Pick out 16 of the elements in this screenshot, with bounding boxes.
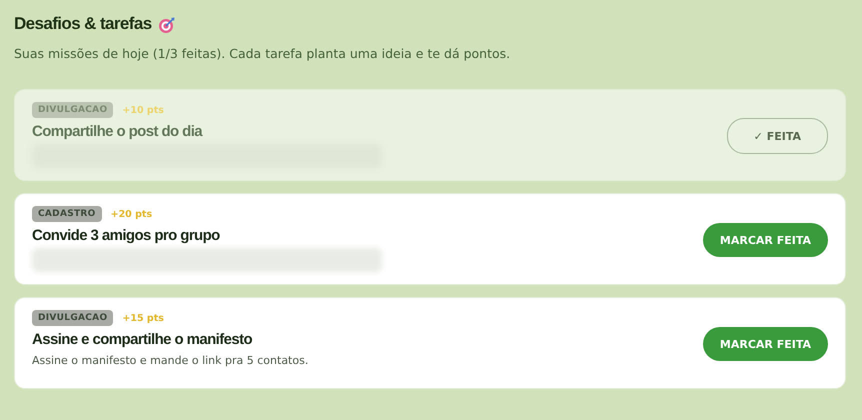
section-subtitle: Suas missões de hoje (1/3 feitas). Cada tarefa planta uma ideia e te dá pontos. [14,46,512,61]
category-tag: CADASTRO [32,206,102,222]
task-title: Assine e compartilhe o manifesto [32,331,254,348]
points-label: +20 pts [110,208,152,220]
section-title: Desafios & tarefas [14,14,152,34]
points-label: +15 pts [122,312,164,324]
task-title: Compartilhe o post do dia [32,123,204,140]
category-tag: DIVULGACAO [32,102,114,118]
category-tag: DIVULGACAO [32,310,114,326]
target-icon [158,16,176,34]
task-description: Assine o manifesto e mande o link pra 5 contatos. [32,354,310,367]
task-title: Convide 3 amigos pro grupo [32,227,221,244]
mark-done-button[interactable]: MARCAR FEITA [702,223,828,257]
mark-done-button[interactable]: MARCAR FEITA [702,327,828,361]
points-label: +10 pts [122,104,164,116]
done-button[interactable]: ✓ FEITA [726,118,828,154]
